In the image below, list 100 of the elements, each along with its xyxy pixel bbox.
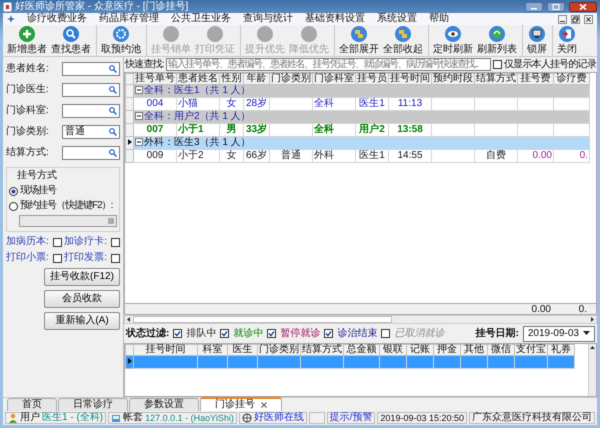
input-field[interactable] xyxy=(62,104,120,118)
column-header[interactable]: 挂号员 xyxy=(356,74,388,84)
radio-button[interactable] xyxy=(9,186,18,196)
checkbox-label[interactable]: 暂停就诊 xyxy=(280,328,320,340)
column-header[interactable]: 性别 xyxy=(220,74,244,84)
right-arrow-icon[interactable] xyxy=(588,316,596,323)
toolbar-button[interactable]: 刷新列表 xyxy=(475,25,519,56)
checkbox-label[interactable]: 加诊疗卡: xyxy=(64,236,107,248)
left-arrow-icon[interactable] xyxy=(125,316,133,323)
circle-icon xyxy=(256,25,274,43)
search-icon[interactable] xyxy=(109,64,117,72)
input-field[interactable] xyxy=(62,146,120,160)
checkbox[interactable] xyxy=(173,329,182,338)
toolbar-button[interactable]: 锁屏 xyxy=(522,25,549,56)
checkbox[interactable] xyxy=(52,238,62,246)
input-field[interactable] xyxy=(62,62,120,76)
collapse-icon[interactable] xyxy=(135,112,143,120)
restore-icon[interactable] xyxy=(571,14,580,24)
checkbox-label[interactable]: 加病历本: xyxy=(6,236,49,248)
checkbox[interactable] xyxy=(324,329,334,338)
search-icon[interactable] xyxy=(109,148,117,156)
checkbox-label[interactable]: 仅显示本人挂号的记录 xyxy=(504,58,596,70)
collapse-icon[interactable] xyxy=(135,138,143,146)
table-cell: 医生1 xyxy=(359,150,385,161)
checkbox[interactable] xyxy=(381,329,390,338)
checkbox[interactable] xyxy=(111,238,120,246)
column-header[interactable]: 押金 xyxy=(434,344,460,356)
radio-button[interactable] xyxy=(9,202,18,210)
column-header[interactable]: 预约时段 xyxy=(432,74,474,84)
tab[interactable]: 门诊挂号 xyxy=(200,397,282,411)
menu-item[interactable]: 查询与统计 xyxy=(243,13,293,25)
menu-item[interactable]: 系统设置 xyxy=(377,13,417,25)
toolbar-button[interactable]: 全部展开 xyxy=(334,25,381,56)
status-text: 医生1 - (全科) xyxy=(42,412,104,424)
close-icon[interactable] xyxy=(569,2,597,12)
toolbar-button[interactable]: 查找患者 xyxy=(49,25,93,56)
column-header[interactable]: 微信 xyxy=(488,344,514,356)
close-icon[interactable] xyxy=(584,14,593,24)
input-field[interactable]: 普通 xyxy=(62,124,120,138)
form-button[interactable]: 挂号收款(F12) xyxy=(44,268,120,286)
menu-item[interactable]: 诊疗收费业务 xyxy=(27,13,87,25)
search-field[interactable]: 输入挂号单号、患者编号、患者姓名、挂号凭证号、就诊编号、病历编号快速查找... xyxy=(166,58,491,71)
checkbox-label[interactable]: 就诊中 xyxy=(233,328,264,340)
column-header[interactable]: 其他 xyxy=(460,344,488,356)
menu-item[interactable]: 公共卫生业务 xyxy=(171,13,231,25)
checkbox-label[interactable]: 诊治结束 xyxy=(337,328,378,340)
minimize-icon[interactable] xyxy=(558,14,567,24)
checkbox[interactable] xyxy=(492,60,502,69)
collapse-icon[interactable] xyxy=(135,86,143,94)
tab[interactable]: 参数设置 xyxy=(129,398,199,411)
column-header[interactable]: 挂号费 xyxy=(518,74,554,84)
checkbox[interactable] xyxy=(52,254,62,262)
table-cell: 女 xyxy=(226,98,236,109)
tab[interactable]: 日常诊疗 xyxy=(58,398,128,411)
table-cell: 女 xyxy=(226,150,236,161)
checkbox[interactable] xyxy=(267,329,276,338)
column-header[interactable]: 银联 xyxy=(380,344,406,356)
search-icon[interactable] xyxy=(109,106,117,114)
toolbar-button[interactable]: 新增患者 xyxy=(5,25,49,56)
circle-icon xyxy=(162,25,180,43)
minimize-icon[interactable] xyxy=(525,2,543,12)
table-cell: 0. xyxy=(580,150,588,161)
menu-item[interactable]: 基础资料设置 xyxy=(305,13,365,25)
up-arrow-icon[interactable] xyxy=(589,344,596,350)
column-header[interactable]: 年龄 xyxy=(244,74,270,84)
toolbar-button[interactable]: 定时刷新 xyxy=(428,25,475,56)
horizontal-scrollbar[interactable] xyxy=(124,315,597,324)
column-header[interactable]: 诊疗费 xyxy=(554,74,590,84)
menu-item[interactable]: 帮助 xyxy=(429,13,449,25)
checkbox[interactable] xyxy=(220,329,230,338)
toolbar-button[interactable]: 关闭 xyxy=(552,25,579,56)
column-header[interactable]: 挂号单号 xyxy=(134,74,176,84)
column-header[interactable]: 挂号时间 xyxy=(388,74,432,84)
menu-item[interactable]: 药品库存管理 xyxy=(99,13,159,25)
column-header[interactable]: 记账 xyxy=(406,344,434,356)
checkbox[interactable] xyxy=(111,254,120,262)
close-icon[interactable] xyxy=(261,402,267,408)
date-dropdown[interactable]: 2019-09-03 xyxy=(522,326,595,342)
tab[interactable]: 首页 xyxy=(7,398,57,411)
row-pointer-icon xyxy=(128,139,132,146)
search-icon[interactable] xyxy=(109,128,117,136)
maximize-icon[interactable] xyxy=(547,2,565,12)
toolbar-button[interactable]: 取预约池 xyxy=(96,25,143,56)
form-button[interactable]: 会员收款 xyxy=(44,290,120,308)
caret-icon xyxy=(583,331,590,336)
radio-label[interactable]: 预约挂号（快捷键F2）: xyxy=(20,200,112,212)
search-icon[interactable] xyxy=(109,86,117,94)
field-label: 结算方式: xyxy=(6,146,49,158)
group-label: 全科：用户2（共 1 人） xyxy=(144,111,251,122)
vertical-scrollbar[interactable] xyxy=(588,344,596,396)
checkbox-label[interactable]: 打印发票: xyxy=(64,252,107,264)
column-header[interactable]: 挂号时间 xyxy=(134,344,198,356)
input-field[interactable] xyxy=(62,82,120,96)
column-header[interactable]: 患者姓名 xyxy=(176,74,220,84)
checkbox-label[interactable]: 打印小票: xyxy=(6,252,49,264)
form-button[interactable]: 重新输入(A) xyxy=(44,312,120,330)
checkbox-label[interactable]: 排队中 xyxy=(186,328,216,340)
toolbar-button[interactable]: 全部收起 xyxy=(381,25,425,56)
column-header[interactable]: 医生 xyxy=(228,344,258,356)
radio-label[interactable]: 现场挂号 xyxy=(20,185,56,197)
